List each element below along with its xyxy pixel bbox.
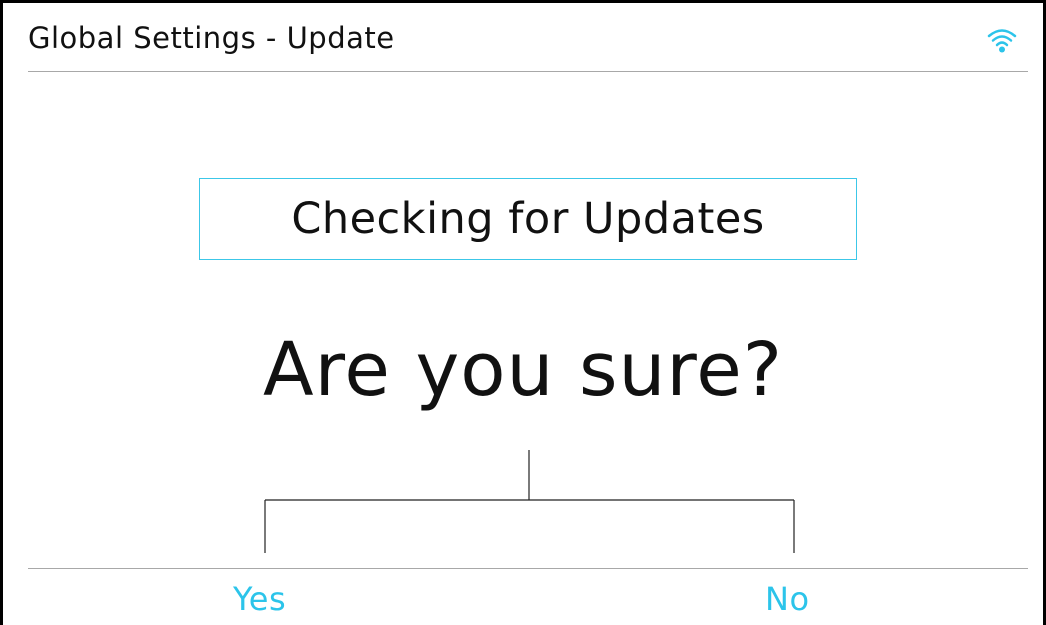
page-title: Global Settings - Update: [28, 21, 395, 55]
no-button[interactable]: No: [765, 580, 810, 618]
update-screen: Global Settings - Update Checking for Up…: [0, 0, 1046, 625]
status-text: Checking for Updates: [291, 194, 765, 244]
yes-button[interactable]: Yes: [233, 580, 286, 618]
choice-connector: [264, 450, 795, 553]
status-box: Checking for Updates: [199, 178, 857, 260]
header-divider: [28, 71, 1028, 72]
wifi-icon: [987, 29, 1017, 53]
confirm-prompt: Are you sure?: [262, 327, 783, 413]
footer-divider: [28, 568, 1028, 569]
